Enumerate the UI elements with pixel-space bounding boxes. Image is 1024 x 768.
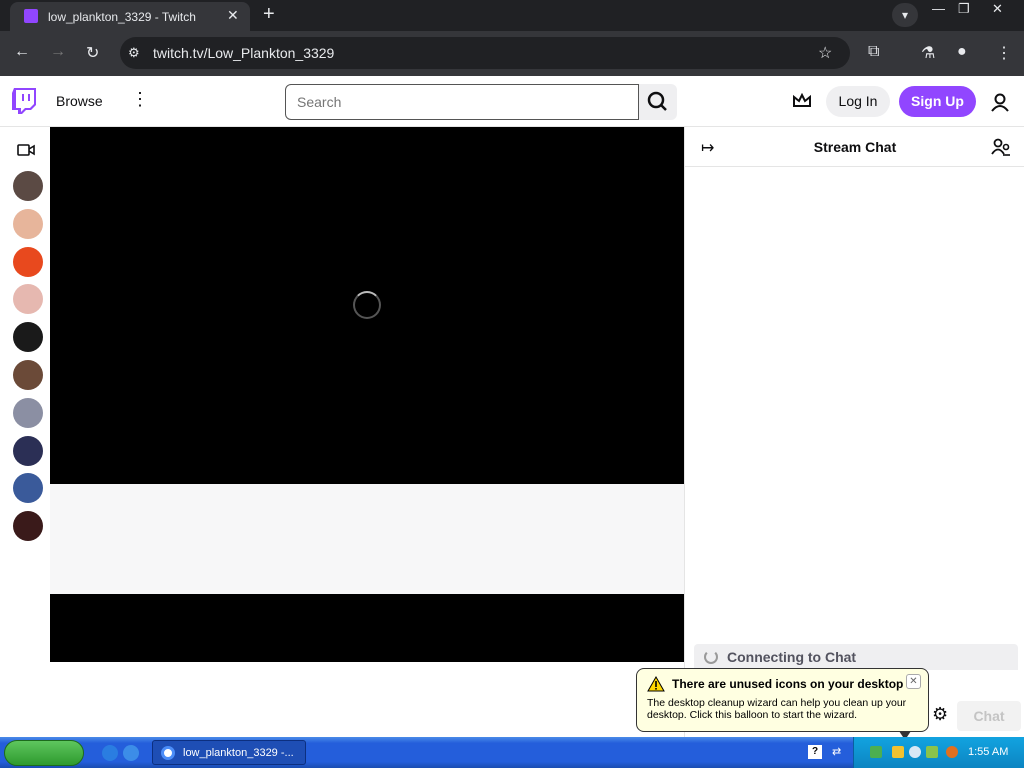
help-icon[interactable]: ? — [808, 745, 822, 759]
sidebar-channel-avatar-8[interactable] — [13, 435, 43, 466]
loading-spinner-icon — [353, 291, 381, 319]
log-in-button[interactable]: Log In — [826, 86, 890, 117]
system-tray: 1:55 AM — [853, 737, 1024, 768]
taskbar-item-chrome[interactable]: low_plankton_3329 -... — [152, 740, 306, 765]
browser-toolbar: ← → ↻ ⚙ twitch.tv/Low_Plankton_3329 ☆ ⧉ … — [0, 31, 1024, 76]
chat-settings-gear-icon[interactable]: ⚙ — [932, 704, 948, 725]
sidebar-channel-avatar-9[interactable] — [13, 473, 43, 504]
video-camera-icon — [17, 144, 35, 156]
back-button[interactable]: ← — [14, 43, 30, 61]
sidebar-channel-avatar-3[interactable] — [13, 246, 43, 277]
desktop-cleanup-balloon[interactable]: There are unused icons on your desktop ✕… — [636, 668, 929, 740]
sidebar-channel-avatar-6[interactable] — [13, 360, 43, 390]
tray-expand-icon[interactable]: ⇄ — [832, 745, 841, 758]
sidebar-channel-avatar-7[interactable] — [13, 397, 43, 428]
search-icon — [647, 91, 667, 111]
bookmark-star-icon[interactable]: ☆ — [818, 43, 832, 63]
balloon-title: There are unused icons on your desktop — [672, 677, 904, 691]
channel-info-area — [50, 484, 684, 594]
site-info-icon[interactable]: ⚙ — [128, 45, 140, 61]
connecting-text: Connecting to Chat — [727, 649, 857, 665]
labs-flask-icon[interactable]: ⚗ — [921, 43, 935, 63]
balloon-close-button[interactable]: ✕ — [906, 674, 921, 689]
sign-up-button[interactable]: Sign Up — [899, 86, 976, 117]
connecting-spinner-icon — [704, 650, 718, 664]
browser-menu-icon[interactable]: ⋮ — [996, 43, 1012, 63]
sidebar-channel-avatar-2[interactable] — [13, 208, 43, 239]
window-close-button[interactable]: ✕ — [992, 1, 1003, 17]
address-bar[interactable]: ⚙ twitch.tv/Low_Plankton_3329 ☆ — [120, 37, 850, 69]
new-tab-button[interactable]: + — [263, 3, 275, 26]
chat-title: Stream Chat — [813, 139, 897, 155]
tab-search-chevron-down-icon[interactable]: ▾ — [892, 3, 918, 27]
security-shield-icon[interactable] — [892, 746, 904, 758]
taskbar-clock: 1:55 AM — [968, 746, 1009, 758]
browse-link[interactable]: Browse — [56, 93, 103, 109]
quick-launch-ie-icon[interactable] — [123, 745, 139, 761]
forward-button[interactable]: → — [50, 43, 66, 61]
search-input[interactable] — [285, 84, 639, 120]
tab-close-icon[interactable]: ✕ — [227, 7, 239, 24]
user-icon[interactable] — [990, 93, 1010, 113]
browser-tab-strip: low_plankton_3329 - Twitch ✕ + ▾ — ❐ ✕ — [0, 0, 1024, 31]
cleanup-tray-icon[interactable] — [909, 746, 921, 758]
twitch-favicon-icon — [24, 9, 38, 23]
chat-header: ↦ Stream Chat — [685, 127, 1024, 167]
internet-explorer-icon[interactable] — [102, 745, 118, 761]
browser-tab[interactable]: low_plankton_3329 - Twitch ✕ — [10, 2, 250, 31]
sidebar-channel-avatar-4[interactable] — [13, 284, 43, 315]
chrome-icon — [161, 746, 175, 760]
channel-content-area — [50, 594, 684, 662]
window-minimize-button[interactable]: — — [932, 1, 945, 16]
followed-channels-sidebar — [0, 127, 50, 737]
volume-icon[interactable] — [926, 746, 938, 758]
community-users-icon[interactable] — [991, 138, 1011, 156]
window-restore-button[interactable]: ❐ — [958, 1, 970, 17]
twitch-logo-icon[interactable] — [12, 88, 36, 114]
more-options-icon[interactable]: ⋮ — [131, 89, 149, 110]
chat-send-button[interactable]: Chat — [957, 701, 1021, 731]
connecting-status: Connecting to Chat — [694, 644, 1018, 670]
reload-button[interactable]: ↻ — [86, 43, 99, 63]
windows-taskbar: low_plankton_3329 -... ? ⇄ 1:55 AM — [0, 737, 1024, 768]
balloon-body: The desktop cleanup wizard can help you … — [647, 697, 907, 721]
sidebar-channel-avatar-10[interactable] — [13, 511, 43, 542]
warning-icon — [647, 676, 665, 692]
video-player[interactable] — [50, 127, 684, 484]
tab-title: low_plankton_3329 - Twitch — [48, 10, 196, 24]
sidebar-channel-avatar-1[interactable] — [13, 171, 43, 201]
stream-chat-panel: ↦ Stream Chat Connecting to Chat ⚙ Chat — [684, 127, 1024, 737]
profile-icon[interactable]: ● — [957, 43, 967, 61]
extensions-icon[interactable]: ⧉ — [868, 43, 879, 61]
prime-crown-icon[interactable] — [792, 93, 812, 109]
search-tray-icon[interactable] — [946, 746, 958, 758]
taskbar-item-label: low_plankton_3329 -... — [183, 747, 294, 759]
address-url: twitch.tv/Low_Plankton_3329 — [153, 45, 335, 61]
start-button[interactable] — [4, 740, 84, 766]
twitch-top-nav: Browse ⋮ Log In Sign Up — [0, 76, 1024, 127]
network-icon[interactable] — [870, 746, 882, 758]
sidebar-channel-avatar-5[interactable] — [13, 322, 43, 353]
search-button[interactable] — [639, 84, 677, 120]
